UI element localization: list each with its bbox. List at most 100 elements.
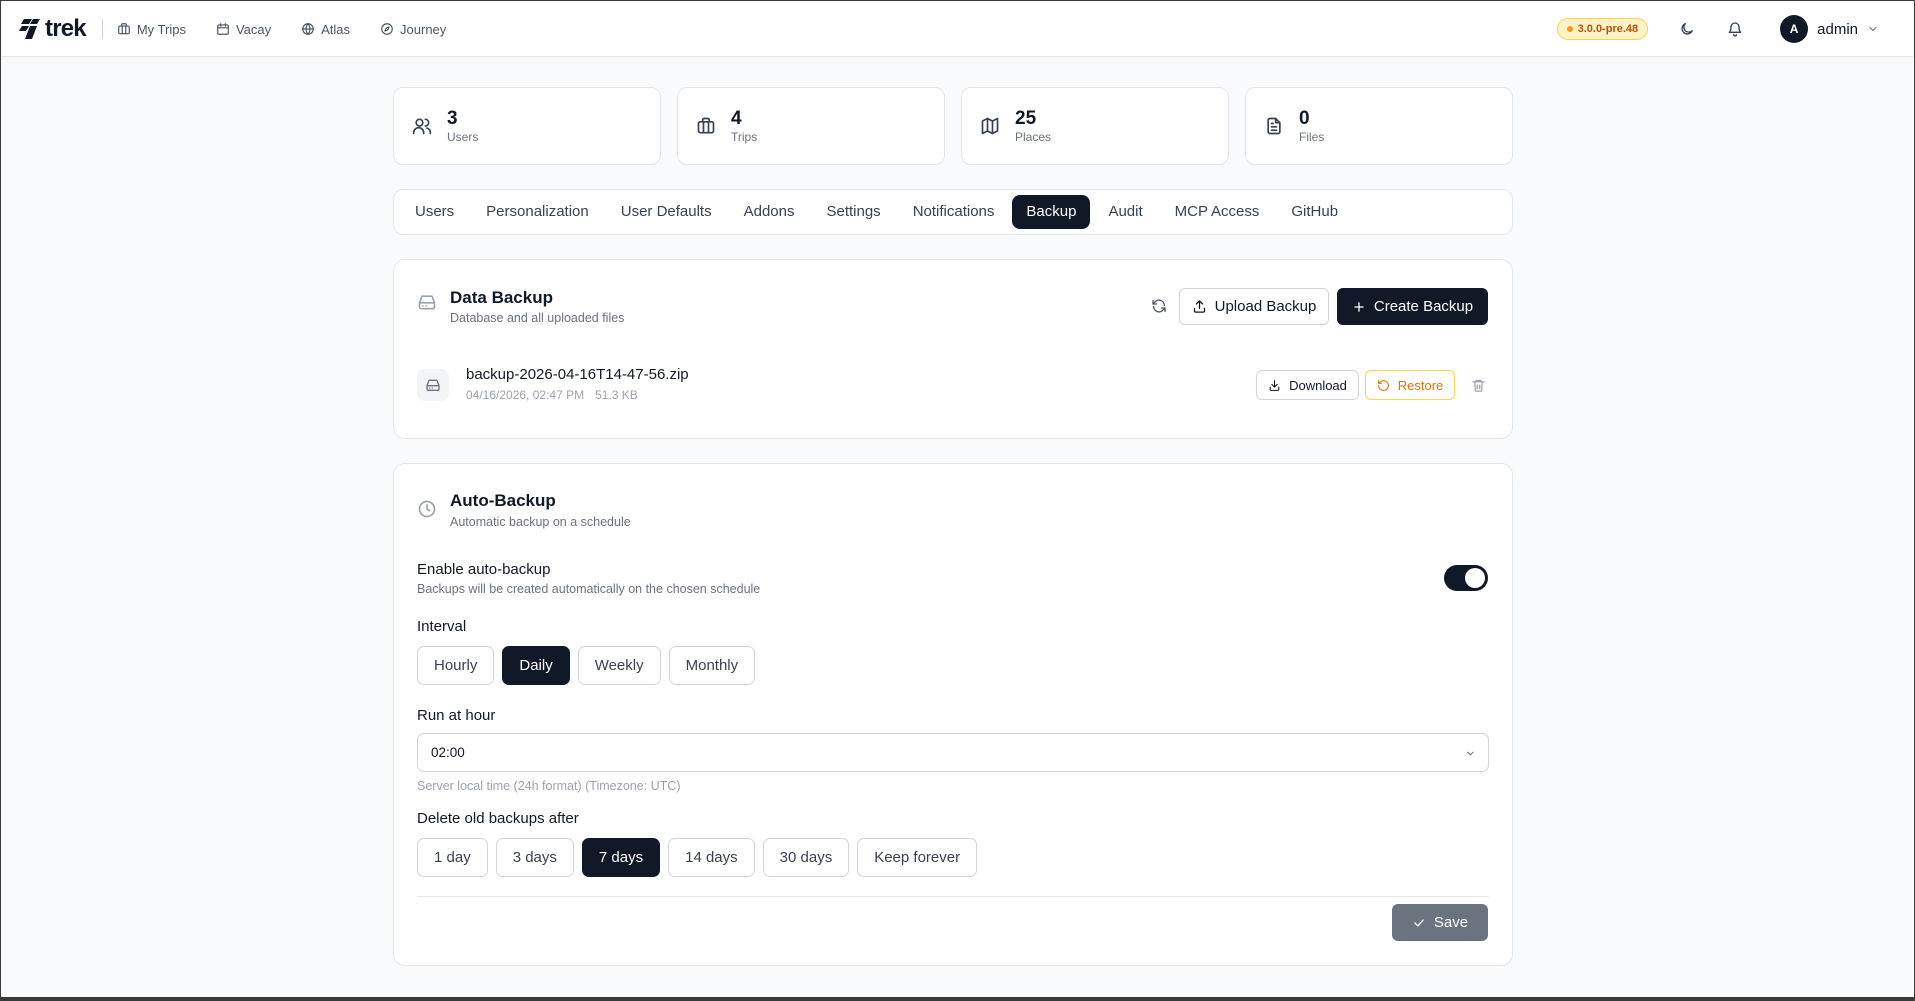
stat-value: 0 xyxy=(1299,107,1310,129)
refresh-button[interactable] xyxy=(1147,294,1171,318)
admin-tabs: Users Personalization User Defaults Addo… xyxy=(393,189,1513,235)
retention-label: Delete old backups after xyxy=(417,810,579,827)
backup-file-icon xyxy=(417,369,449,401)
stat-value: 4 xyxy=(731,107,742,129)
stats-row: 3 Users 4 Trips 25 Places 0 Files xyxy=(393,87,1513,165)
download-label: Download xyxy=(1289,377,1347,393)
app-window: trek My Trips Vacay Atlas Journey 3.0.0-… xyxy=(0,0,1915,1001)
nav-link-atlas[interactable]: Atlas xyxy=(301,22,350,37)
download-button[interactable]: Download xyxy=(1256,370,1359,400)
tab-backup[interactable]: Backup xyxy=(1012,195,1091,229)
retention-keep-forever[interactable]: Keep forever xyxy=(857,838,978,877)
tab-audit[interactable]: Audit xyxy=(1094,195,1156,229)
notifications-button[interactable] xyxy=(1724,18,1746,40)
trash-icon xyxy=(1471,379,1485,392)
nav-link-my-trips[interactable]: My Trips xyxy=(117,22,186,37)
backup-file-meta: 04/16/2026, 02:47 PM 51.3 KB xyxy=(466,388,638,402)
nav-link-label: Vacay xyxy=(235,21,272,37)
interval-options: Hourly Daily Weekly Monthly xyxy=(417,646,756,685)
run-at-hour-hint: Server local time (24h format) (Timezone… xyxy=(417,779,681,793)
tab-mcp-access[interactable]: MCP Access xyxy=(1161,195,1274,229)
clock-icon xyxy=(417,499,437,519)
nav-link-label: Journey xyxy=(400,21,447,37)
run-at-hour-value: 02:00 xyxy=(431,745,465,760)
tab-github[interactable]: GitHub xyxy=(1277,195,1352,229)
data-backup-card: Data Backup Database and all uploaded fi… xyxy=(393,259,1513,439)
enable-auto-backup-sub: Backups will be created automatically on… xyxy=(417,582,761,596)
enable-auto-backup-label: Enable auto-backup xyxy=(417,561,551,578)
briefcase-icon xyxy=(117,23,130,35)
create-backup-button[interactable]: Create Backup xyxy=(1337,288,1488,325)
card-subtitle: Automatic backup on a schedule xyxy=(450,515,631,529)
upload-backup-label: Upload Backup xyxy=(1214,298,1317,315)
interval-monthly[interactable]: Monthly xyxy=(668,646,756,685)
run-at-hour-select[interactable]: 02:00 xyxy=(417,733,1489,772)
tab-user-defaults[interactable]: User Defaults xyxy=(607,195,726,229)
restore-button[interactable]: Restore xyxy=(1365,370,1455,400)
chevron-down-icon xyxy=(1467,751,1474,756)
user-menu[interactable]: A admin xyxy=(1780,15,1879,43)
toggle-knob xyxy=(1465,568,1485,588)
calendar-icon xyxy=(217,23,229,35)
stat-label: Trips xyxy=(731,129,758,144)
retention-30-days[interactable]: 30 days xyxy=(762,838,850,877)
refresh-icon xyxy=(1152,299,1166,313)
nav-link-journey[interactable]: Journey xyxy=(380,22,446,37)
backup-file-size: 51.3 KB xyxy=(595,388,638,402)
stat-label: Users xyxy=(447,129,479,144)
nav-link-vacay[interactable]: Vacay xyxy=(216,22,271,37)
tab-users[interactable]: Users xyxy=(401,195,468,229)
top-navbar: trek My Trips Vacay Atlas Journey 3.0.0-… xyxy=(2,2,1913,57)
stat-value: 3 xyxy=(447,107,458,129)
globe-icon xyxy=(302,23,314,35)
delete-backup-button[interactable] xyxy=(1467,374,1489,396)
restore-label: Restore xyxy=(1397,377,1444,393)
rotate-ccw-icon xyxy=(1377,379,1389,391)
backup-file-date: 04/16/2026, 02:47 PM xyxy=(466,388,585,402)
hard-drive-icon xyxy=(426,379,440,391)
hard-drive-icon xyxy=(417,292,437,312)
users-icon xyxy=(410,114,434,138)
tab-addons[interactable]: Addons xyxy=(730,195,809,229)
stat-label: Places xyxy=(1015,129,1052,144)
upload-icon xyxy=(1193,300,1205,313)
interval-daily[interactable]: Daily xyxy=(502,646,570,685)
nav-right-group: 3.0.0-pre.48 A admin xyxy=(1556,2,1913,56)
save-button[interactable]: Save xyxy=(1392,904,1488,941)
version-label: 3.0.0-pre.48 xyxy=(1577,23,1639,35)
nav-link-label: Atlas xyxy=(321,21,351,37)
save-label: Save xyxy=(1433,914,1469,931)
auto-backup-toggle[interactable] xyxy=(1444,565,1488,591)
nav-divider xyxy=(101,19,103,39)
nav-link-label: My Trips xyxy=(136,21,186,37)
retention-options: 1 day 3 days 7 days 14 days 30 days Keep… xyxy=(417,838,978,877)
bell-icon xyxy=(1728,22,1742,37)
moon-icon xyxy=(1681,23,1694,35)
tab-personalization[interactable]: Personalization xyxy=(472,195,603,229)
stat-value: 25 xyxy=(1015,107,1037,129)
card-title: Auto-Backup xyxy=(450,491,556,510)
retention-3-days[interactable]: 3 days xyxy=(495,838,574,877)
retention-1-day[interactable]: 1 day xyxy=(417,838,488,877)
version-badge: 3.0.0-pre.48 xyxy=(1556,18,1649,40)
auto-backup-card: Auto-Backup Automatic backup on a schedu… xyxy=(393,463,1513,966)
tab-settings[interactable]: Settings xyxy=(812,195,894,229)
divider xyxy=(417,896,1489,897)
avatar: A xyxy=(1780,15,1809,43)
compass-icon xyxy=(381,23,393,35)
dark-mode-toggle[interactable] xyxy=(1676,18,1698,40)
download-icon xyxy=(1269,379,1280,391)
map-icon xyxy=(978,114,1002,138)
upload-backup-button[interactable]: Upload Backup xyxy=(1179,288,1329,325)
stat-label: Files xyxy=(1299,129,1325,144)
version-dot xyxy=(1566,26,1573,32)
brand-logo[interactable]: trek xyxy=(19,15,87,43)
interval-weekly[interactable]: Weekly xyxy=(577,646,661,685)
stat-card-users: 3 Users xyxy=(393,87,661,165)
briefcase-icon xyxy=(694,114,718,138)
interval-hourly[interactable]: Hourly xyxy=(417,646,495,685)
retention-14-days[interactable]: 14 days xyxy=(668,838,755,877)
tab-notifications[interactable]: Notifications xyxy=(899,195,1009,229)
retention-7-days[interactable]: 7 days xyxy=(581,838,661,877)
card-subtitle: Database and all uploaded files xyxy=(450,311,625,325)
